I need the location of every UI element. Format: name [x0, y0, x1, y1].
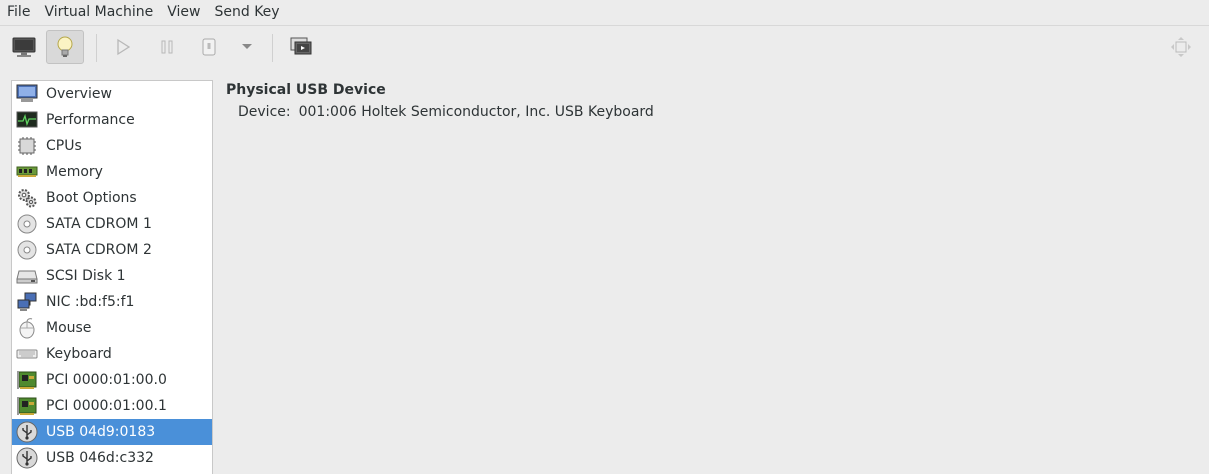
menu-view[interactable]: View: [160, 0, 207, 25]
snapshots-icon: [290, 37, 312, 55]
device-label: Device:: [238, 104, 291, 120]
pci-card-icon: [16, 395, 38, 417]
sidebar-item-nic[interactable]: NIC :bd:f5:f1: [12, 289, 212, 315]
sidebar-item-pci-0[interactable]: PCI 0000:01:00.0: [12, 367, 212, 393]
sidebar-item-label: Overview: [46, 86, 112, 102]
lightbulb-icon: [57, 36, 73, 57]
pause-icon: [161, 40, 173, 54]
sidebar-item-label: Boot Options: [46, 190, 137, 206]
menu-send-key[interactable]: Send Key: [207, 0, 286, 25]
fullscreen-button[interactable]: [1162, 30, 1200, 64]
sidebar-item-label: USB 04d9:0183: [46, 424, 156, 440]
disk-icon: [16, 265, 38, 287]
sidebar-item-cpus[interactable]: CPUs: [12, 133, 212, 159]
sidebar-item-label: Memory: [46, 164, 103, 180]
sidebar-item-label: Keyboard: [46, 346, 112, 362]
power-icon: [202, 38, 216, 56]
sidebar-item-boot-options[interactable]: Boot Options: [12, 185, 212, 211]
sidebar-item-label: USB 046d:c332: [46, 450, 154, 466]
memory-icon: [16, 161, 38, 183]
details-button[interactable]: [46, 30, 84, 64]
chevron-down-icon: [242, 44, 252, 49]
sidebar-item-performance[interactable]: Performance: [12, 107, 212, 133]
sidebar-item-mouse[interactable]: Mouse: [12, 315, 212, 341]
cdrom-icon: [16, 213, 38, 235]
fullscreen-icon: [1171, 37, 1191, 57]
usb-icon: [16, 447, 38, 469]
sidebar-item-label: Performance: [46, 112, 135, 128]
sidebar-item-label: PCI 0000:01:00.0: [46, 372, 167, 388]
sidebar-item-usb-046d-c332[interactable]: USB 046d:c332: [12, 445, 212, 471]
shutdown-button[interactable]: [190, 30, 228, 64]
usb-icon: [16, 421, 38, 443]
mouse-icon: [16, 317, 38, 339]
monitor-icon: [12, 37, 36, 57]
play-icon: [117, 38, 131, 56]
menu-bar: File Virtual Machine View Send Key: [0, 0, 1209, 26]
sidebar-item-label: SATA CDROM 1: [46, 216, 152, 232]
device-row: Device: 001:006 Holtek Semiconductor, In…: [238, 102, 654, 122]
monitor-icon: [16, 83, 38, 105]
pci-card-icon: [16, 369, 38, 391]
shutdown-menu-button[interactable]: [229, 30, 265, 64]
sidebar-item-pci-1[interactable]: PCI 0000:01:00.1: [12, 393, 212, 419]
console-button[interactable]: [5, 30, 43, 64]
toolbar-separator: [272, 34, 273, 62]
gears-icon: [16, 187, 38, 209]
performance-icon: [16, 109, 38, 131]
sidebar-item-sata-cdrom-1[interactable]: SATA CDROM 1: [12, 211, 212, 237]
cpu-icon: [16, 135, 38, 157]
network-icon: [16, 291, 38, 313]
sidebar-item-label: SCSI Disk 1: [46, 268, 126, 284]
sidebar-item-label: SATA CDROM 2: [46, 242, 152, 258]
sidebar-item-label: NIC :bd:f5:f1: [46, 294, 135, 310]
sidebar-item-usb-04d9-0183[interactable]: USB 04d9:0183: [12, 419, 212, 445]
sidebar-item-sata-cdrom-2[interactable]: SATA CDROM 2: [12, 237, 212, 263]
snapshots-button[interactable]: [282, 30, 320, 64]
details-pane: Physical USB Device Device: 001:006 Holt…: [226, 80, 654, 122]
device-value: 001:006 Holtek Semiconductor, Inc. USB K…: [298, 104, 654, 120]
sidebar-item-overview[interactable]: Overview: [12, 81, 212, 107]
sidebar-item-label: PCI 0000:01:00.1: [46, 398, 167, 414]
section-title: Physical USB Device: [226, 82, 386, 98]
run-button[interactable]: [104, 30, 142, 64]
sidebar-item-label: CPUs: [46, 138, 82, 154]
sidebar-item-scsi-disk-1[interactable]: SCSI Disk 1: [12, 263, 212, 289]
toolbar: [0, 26, 1209, 70]
sidebar-item-memory[interactable]: Memory: [12, 159, 212, 185]
menu-virtual-machine[interactable]: Virtual Machine: [37, 0, 160, 25]
sidebar-item-keyboard[interactable]: Keyboard: [12, 341, 212, 367]
pause-button[interactable]: [148, 30, 186, 64]
sidebar-item-label: Mouse: [46, 320, 92, 336]
keyboard-icon: [16, 343, 38, 365]
toolbar-separator: [96, 34, 97, 62]
menu-file[interactable]: File: [0, 0, 37, 25]
cdrom-icon: [16, 239, 38, 261]
hardware-list: Overview Performance CPUs Memory Boot Op…: [11, 80, 213, 474]
